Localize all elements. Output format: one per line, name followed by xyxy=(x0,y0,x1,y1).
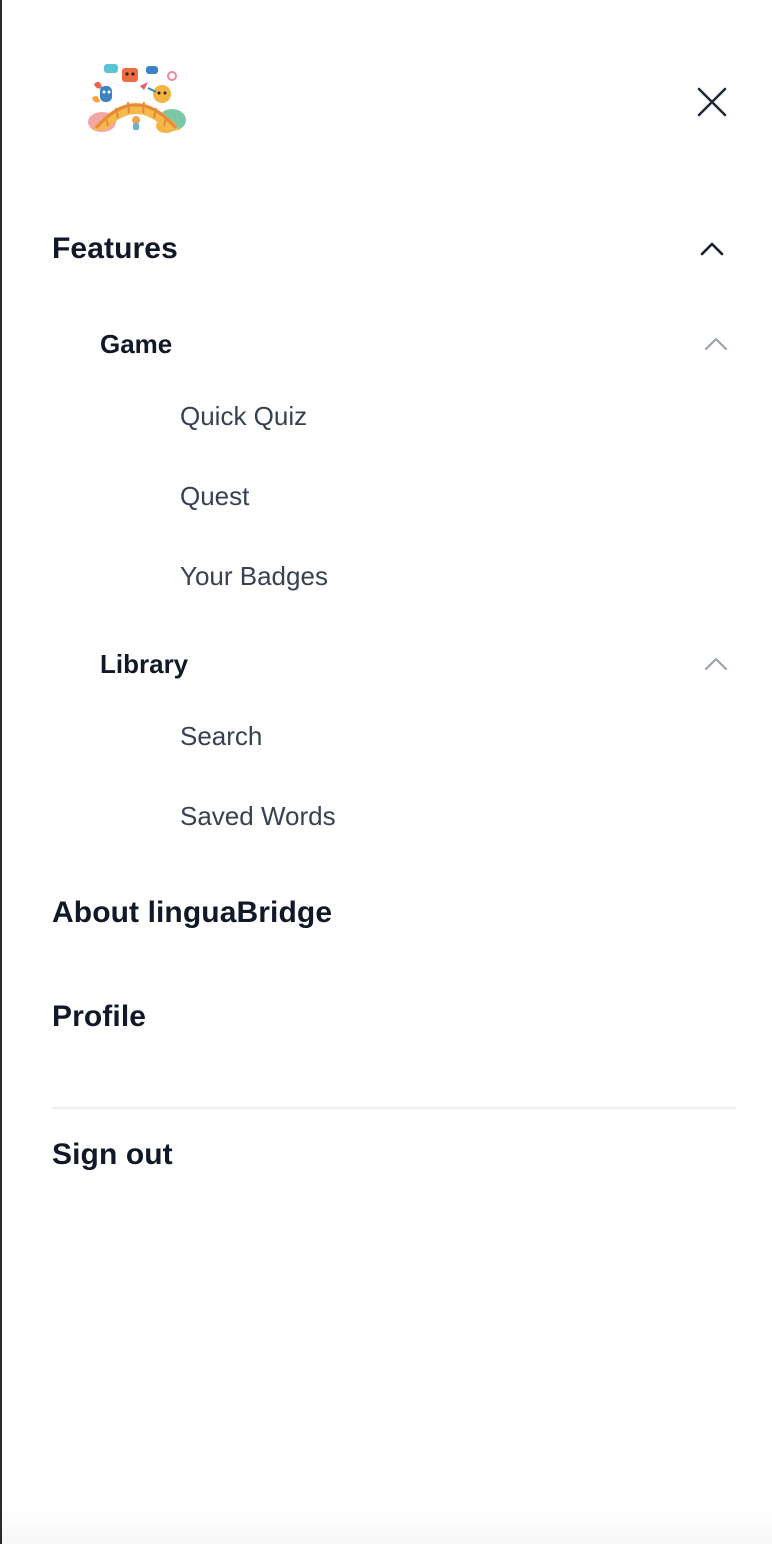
nav-about-label: About linguaBridge xyxy=(52,896,333,929)
close-icon xyxy=(697,87,727,117)
nav-item-label: Saved Words xyxy=(180,800,336,831)
nav-item-search[interactable]: Search xyxy=(180,716,580,756)
sign-out-button[interactable]: Sign out xyxy=(52,1130,736,1180)
app-logo[interactable] xyxy=(86,58,186,136)
nav-group-library-label: Library xyxy=(100,648,189,679)
chevron-up-icon xyxy=(700,328,732,360)
nav-profile[interactable]: Profile xyxy=(52,992,736,1042)
nav-item-label: Quest xyxy=(180,480,250,511)
nav-item-quick-quiz[interactable]: Quick Quiz xyxy=(180,396,580,436)
chevron-up-icon xyxy=(700,648,732,680)
nav-item-label: Search xyxy=(180,720,263,751)
nav-item-label: Quick Quiz xyxy=(180,400,308,431)
nav-group-game-toggle[interactable]: Game xyxy=(100,322,736,366)
nav-about[interactable]: About linguaBridge xyxy=(52,888,736,938)
sign-out-label: Sign out xyxy=(52,1138,173,1171)
close-button[interactable] xyxy=(690,80,734,124)
bottom-fade xyxy=(2,1504,772,1544)
nav-profile-label: Profile xyxy=(52,1000,147,1033)
menu-divider xyxy=(52,1107,736,1109)
nav-item-quest[interactable]: Quest xyxy=(180,476,580,516)
nav-item-your-badges[interactable]: Your Badges xyxy=(180,556,580,596)
nav-item-label: Your Badges xyxy=(180,560,328,591)
nav-features-toggle[interactable]: Features xyxy=(52,224,736,274)
nav-features-label: Features xyxy=(52,232,178,265)
mobile-menu-panel: Features Game Quick Quiz Quest Your Badg… xyxy=(0,0,772,1544)
chevron-up-icon xyxy=(696,233,728,265)
nav-item-saved-words[interactable]: Saved Words xyxy=(180,796,580,836)
nav-group-game-label: Game xyxy=(100,328,173,359)
nav-group-library-toggle[interactable]: Library xyxy=(100,642,736,686)
logo-illustration xyxy=(88,64,186,133)
